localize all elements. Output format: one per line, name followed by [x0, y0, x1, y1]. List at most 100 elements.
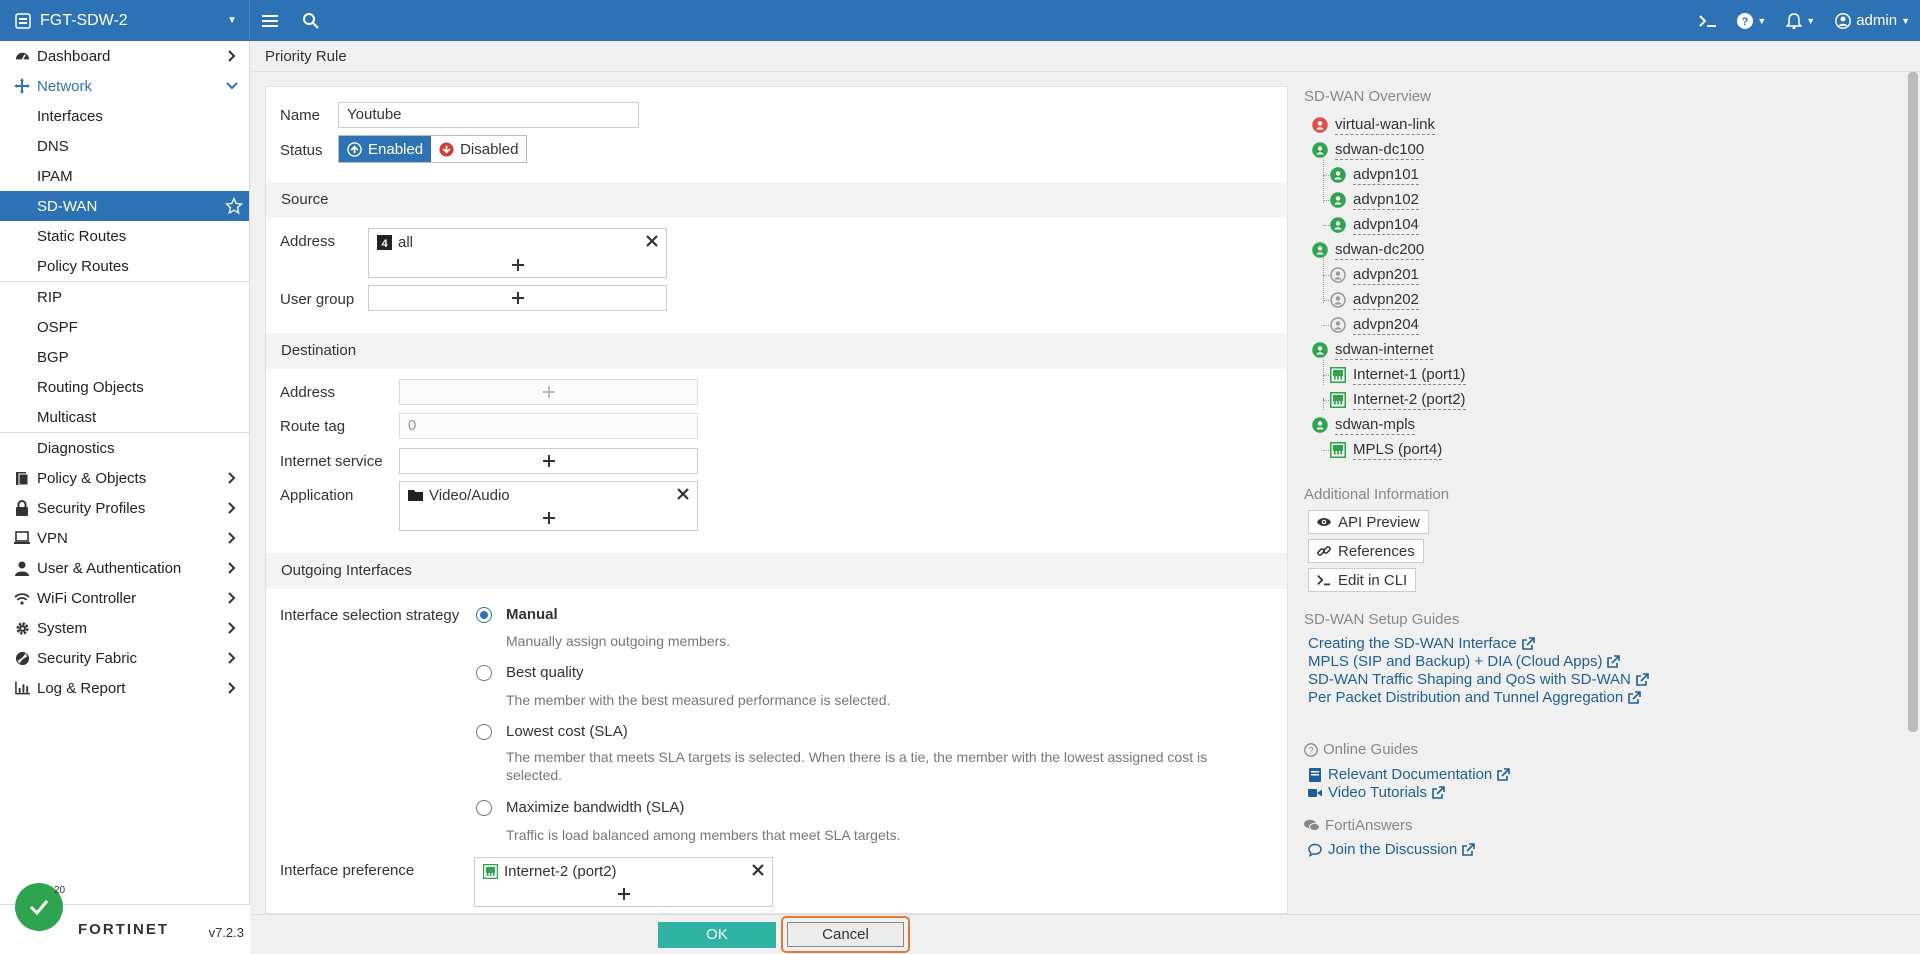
api-preview-button[interactable]: API Preview	[1308, 510, 1429, 534]
status-disabled-button[interactable]: Disabled	[431, 136, 526, 162]
cli-console-button[interactable]	[1689, 0, 1727, 41]
remove-icon[interactable]	[646, 235, 658, 247]
sidebar-item-policy-objects[interactable]: Policy & Objects	[0, 463, 249, 493]
sidebar-item-log-report[interactable]: Log & Report	[0, 673, 249, 703]
sdwan-member-item[interactable]: advpn202	[1330, 290, 1419, 310]
strategy-lowest-cost-radio[interactable]	[476, 724, 492, 740]
sidebar-item-security-profiles[interactable]: Security Profiles	[0, 493, 249, 523]
sidebar-item-dashboard[interactable]: Dashboard	[0, 41, 249, 71]
user-menu-button[interactable]: admin ▼	[1825, 0, 1920, 41]
sidebar-item-ipam[interactable]: IPAM	[0, 161, 249, 191]
menu-toggle-button[interactable]	[250, 0, 290, 41]
strategy-manual-radio[interactable]	[476, 607, 492, 623]
sdwan-zone-item[interactable]: sdwan-dc100	[1312, 140, 1425, 160]
sidebar-item-dns[interactable]: DNS	[0, 131, 249, 161]
strategy-manual-label[interactable]: Manual	[506, 606, 558, 623]
search-button[interactable]	[290, 0, 330, 41]
add-icon	[542, 386, 555, 398]
sidebar-item-sd-wan[interactable]: SD-WAN	[0, 191, 249, 221]
sdwan-member-item[interactable]: advpn201	[1330, 265, 1419, 285]
sidebar-item-interfaces[interactable]: Interfaces	[0, 101, 249, 131]
setup-guide-link[interactable]: Per Packet Distribution and Tunnel Aggre…	[1308, 689, 1642, 706]
page-scrollbar[interactable]	[1908, 72, 1918, 732]
strategy-maximize-bandwidth-radio[interactable]	[476, 800, 492, 816]
add-icon[interactable]	[542, 512, 555, 524]
sidebar-item-wifi-controller[interactable]: WiFi Controller	[0, 583, 249, 613]
sidebar-item-rip[interactable]: RIP	[0, 282, 249, 312]
strategy-lowest-cost-desc: The member that meets SLA targets is sel…	[506, 749, 1208, 783]
sidebar-item-policy-routes[interactable]: Policy Routes	[0, 251, 249, 281]
user-group-field[interactable]	[368, 285, 667, 311]
add-icon[interactable]	[617, 888, 630, 900]
sdwan-zone-item[interactable]: virtual-wan-link	[1312, 115, 1436, 135]
sidebar-item-static-routes[interactable]: Static Routes	[0, 221, 249, 251]
sdwan-zone-item[interactable]: sdwan-internet	[1312, 340, 1434, 360]
chevron-right-icon	[228, 682, 236, 694]
remove-icon[interactable]	[677, 488, 689, 500]
sidebar-footer: 20 FORTINET v7.2.3	[0, 883, 250, 954]
sidebar-item-multicast[interactable]: Multicast	[0, 402, 249, 432]
add-icon[interactable]	[511, 259, 524, 271]
external-link-icon	[1432, 785, 1445, 799]
sdwan-member-item[interactable]: MPLS (port4)	[1330, 440, 1443, 460]
cancel-button[interactable]: Cancel	[787, 922, 904, 947]
sdwan-member-item[interactable]: Internet-1 (port1)	[1330, 365, 1466, 385]
chevron-down-icon: ▼	[227, 15, 237, 26]
strategy-best-quality-label[interactable]: Best quality	[506, 664, 584, 681]
sdwan-member-item[interactable]: advpn101	[1330, 165, 1419, 185]
setup-guide-link[interactable]: SD-WAN Traffic Shaping and QoS with SD-W…	[1308, 671, 1649, 688]
strategy-maximize-bandwidth-label[interactable]: Maximize bandwidth (SLA)	[506, 799, 684, 816]
lock-icon	[12, 500, 32, 516]
sidebar-item-label: Policy & Objects	[37, 469, 147, 487]
remove-icon[interactable]	[752, 864, 764, 876]
sidebar-item-security-fabric[interactable]: Security Fabric	[0, 643, 249, 673]
sdwan-member-item[interactable]: Internet-2 (port2)	[1330, 390, 1466, 410]
address-chip-label: all	[398, 234, 414, 251]
notifications-button[interactable]: ▼	[1776, 0, 1825, 41]
strategy-best-quality-radio[interactable]	[476, 665, 492, 681]
chevron-right-icon	[228, 532, 236, 544]
setup-guide-link[interactable]: Creating the SD-WAN Interface	[1308, 635, 1535, 652]
name-input[interactable]: Youtube	[338, 102, 639, 128]
application-field[interactable]: Video/Audio	[399, 481, 698, 531]
sidebar-item-ospf[interactable]: OSPF	[0, 312, 249, 342]
sdwan-zone-item[interactable]: sdwan-mpls	[1312, 415, 1416, 435]
sidebar-item-network[interactable]: Network	[0, 71, 249, 101]
tree-item-label: advpn104	[1353, 215, 1419, 235]
status-toggle: Enabled Disabled	[338, 135, 528, 163]
help-circle-icon: ?	[1304, 742, 1318, 757]
sidebar-item-bgp[interactable]: BGP	[0, 342, 249, 372]
join-discussion-link[interactable]: Join the Discussion	[1308, 841, 1476, 858]
sdwan-member-item[interactable]: advpn104	[1330, 215, 1419, 235]
sidebar-item-user-authentication[interactable]: User & Authentication	[0, 553, 249, 583]
sdwan-member-item[interactable]: advpn204	[1330, 315, 1419, 335]
device-selector[interactable]: FGT-SDW-2 ▼	[0, 0, 250, 41]
sidebar-item-routing-objects[interactable]: Routing Objects	[0, 372, 249, 402]
ok-button[interactable]: OK	[658, 922, 776, 948]
api-preview-label: API Preview	[1338, 513, 1420, 531]
sidebar-item-system[interactable]: System	[0, 613, 249, 643]
status-enabled-button[interactable]: Enabled	[339, 136, 432, 162]
references-button[interactable]: References	[1308, 539, 1424, 563]
help-menu-button[interactable]: ? ▼	[1727, 0, 1776, 41]
sidebar-item-vpn[interactable]: VPN	[0, 523, 249, 553]
internet-service-field[interactable]	[399, 448, 698, 474]
video-tutorials-link[interactable]: Video Tutorials	[1308, 784, 1445, 801]
sidebar-item-diagnostics[interactable]: Diagnostics	[0, 433, 249, 463]
add-icon[interactable]	[542, 455, 555, 467]
external-link-icon	[1636, 672, 1649, 686]
interface-preference-field[interactable]: Internet-2 (port2)	[474, 857, 773, 907]
star-icon[interactable]	[225, 197, 243, 215]
arrow-up-circle-icon	[347, 141, 362, 157]
sdwan-zone-item[interactable]: sdwan-dc200	[1312, 240, 1425, 260]
source-address-field[interactable]: 4 all	[368, 228, 667, 278]
setup-guide-link[interactable]: MPLS (SIP and Backup) + DIA (Cloud Apps)	[1308, 653, 1621, 670]
sidebar-item-label: OSPF	[37, 318, 78, 336]
sdwan-member-item[interactable]: advpn102	[1330, 190, 1419, 210]
edit-in-cli-button[interactable]: Edit in CLI	[1308, 568, 1417, 592]
chevron-right-icon	[228, 562, 236, 574]
arrow-down-circle-icon	[439, 141, 454, 157]
relevant-documentation-link[interactable]: Relevant Documentation	[1308, 766, 1511, 783]
strategy-lowest-cost-label[interactable]: Lowest cost (SLA)	[506, 723, 628, 740]
add-icon[interactable]	[511, 292, 524, 304]
